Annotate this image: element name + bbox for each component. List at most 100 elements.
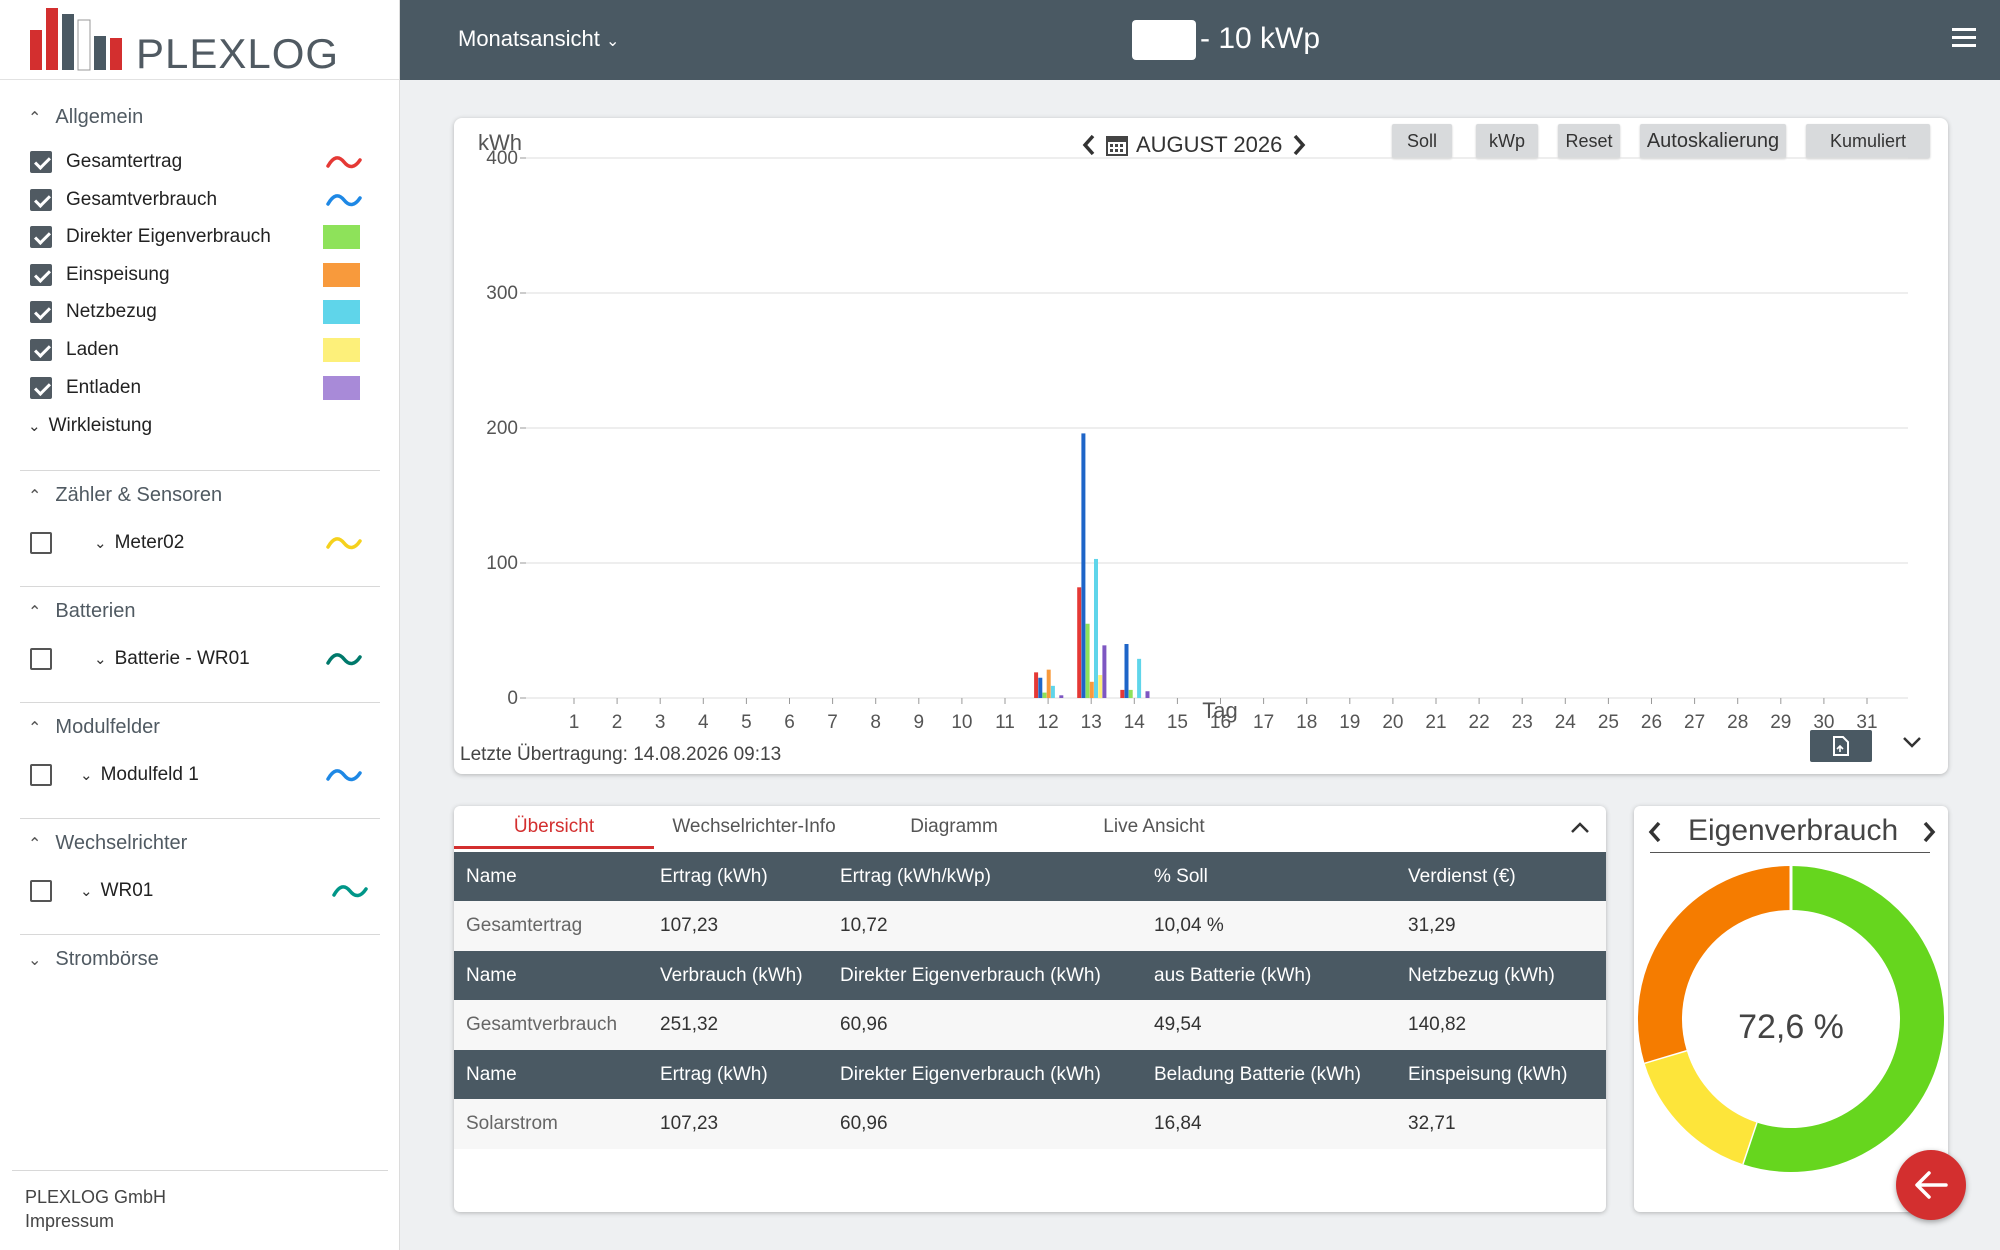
legend-label: Entladen bbox=[66, 376, 142, 398]
meter-item[interactable]: ⌄ Meter02 bbox=[30, 529, 380, 557]
bar[interactable] bbox=[1137, 658, 1142, 698]
chevron-down-icon[interactable]: ⌄ bbox=[94, 534, 107, 552]
export-button[interactable] bbox=[1810, 730, 1872, 762]
bar[interactable] bbox=[1077, 587, 1082, 698]
bar[interactable] bbox=[1128, 689, 1133, 698]
x-tick-label: 9 bbox=[914, 712, 925, 733]
x-tick-label: 5 bbox=[741, 712, 752, 733]
column-header: Ertrag (kWh) bbox=[648, 1050, 828, 1099]
bar[interactable] bbox=[1034, 672, 1039, 698]
back-button[interactable] bbox=[1896, 1150, 1966, 1220]
divider bbox=[20, 586, 380, 587]
bar[interactable] bbox=[1059, 695, 1064, 698]
bar[interactable] bbox=[1046, 669, 1051, 698]
legend-checkbox[interactable] bbox=[30, 339, 52, 361]
chevron-down-icon: ⌄ bbox=[28, 418, 41, 435]
chevron-down-icon[interactable] bbox=[1900, 732, 1924, 752]
table-cell: 31,29 bbox=[1396, 901, 1606, 951]
legend-checkbox[interactable] bbox=[30, 151, 52, 173]
series-color-swatch bbox=[323, 338, 360, 362]
bar[interactable] bbox=[1124, 644, 1129, 698]
x-tick-label: 18 bbox=[1296, 712, 1317, 733]
bar[interactable] bbox=[1102, 645, 1107, 698]
column-header: Name bbox=[454, 852, 648, 901]
column-header: aus Batterie (kWh) bbox=[1142, 951, 1396, 1000]
wirkleistung-label: Wirkleistung bbox=[48, 415, 153, 436]
legend-item-direkter-eigenverbrauch[interactable]: Direkter Eigenverbrauch bbox=[30, 223, 380, 251]
legend-checkbox[interactable] bbox=[30, 226, 52, 249]
divider bbox=[20, 702, 380, 703]
x-tick-label: 8 bbox=[870, 712, 881, 733]
bar[interactable] bbox=[1085, 623, 1090, 698]
battery-item[interactable]: ⌄ Batterie - WR01 bbox=[30, 645, 380, 673]
chevron-up-icon[interactable] bbox=[1568, 818, 1592, 838]
legend-checkbox[interactable] bbox=[30, 301, 52, 324]
tab-diagramm[interactable]: Diagramm bbox=[854, 816, 1054, 838]
bar[interactable] bbox=[1098, 675, 1103, 698]
logo-text: PLEXLOG bbox=[136, 30, 340, 77]
battery-checkbox[interactable] bbox=[30, 648, 52, 670]
legend-label: Gesamtertrag bbox=[66, 151, 183, 172]
section-stromboerse[interactable]: ⌄ Strombörse bbox=[28, 948, 159, 971]
hamburger-menu-icon[interactable] bbox=[1952, 26, 1978, 50]
section-modulfelder-title: Modulfelder bbox=[55, 716, 160, 738]
x-tick-label: 15 bbox=[1167, 712, 1188, 733]
legend-label: Direkter Eigenverbrauch bbox=[66, 226, 271, 248]
chevron-right-icon[interactable] bbox=[1920, 820, 1938, 844]
inverter-item[interactable]: ⌄ WR01 bbox=[30, 877, 380, 905]
section-zaehler[interactable]: ⌃ Zähler & Sensoren bbox=[28, 484, 222, 507]
legend-item-laden[interactable]: Laden bbox=[30, 336, 380, 364]
bar[interactable] bbox=[1094, 558, 1098, 698]
section-modulfelder[interactable]: ⌃ Modulfelder bbox=[28, 716, 160, 739]
bar[interactable] bbox=[1120, 689, 1125, 698]
bar[interactable] bbox=[1081, 433, 1086, 698]
legend-item-netzbezug[interactable]: Netzbezug bbox=[30, 298, 380, 326]
modulfeld-item[interactable]: ⌄ Modulfeld 1 bbox=[30, 761, 380, 789]
x-tick-label: 7 bbox=[827, 712, 838, 733]
column-header: Name bbox=[454, 951, 648, 1000]
section-wechselrichter[interactable]: ⌃ Wechselrichter bbox=[28, 832, 187, 855]
legend-label: Einspeisung bbox=[66, 263, 170, 285]
tab-wechselrichter-info[interactable]: Wechselrichter-Info bbox=[654, 816, 854, 838]
bar[interactable] bbox=[1038, 677, 1043, 698]
legend-checkbox[interactable] bbox=[30, 263, 52, 286]
tab-live-ansicht[interactable]: Live Ansicht bbox=[1054, 816, 1254, 838]
summary-card: Übersicht Wechselrichter-Info Diagramm L… bbox=[454, 806, 1606, 1212]
plant-title: - 10 kWp bbox=[1200, 22, 1321, 55]
section-batterien-title: Batterien bbox=[55, 600, 136, 622]
section-allgemein[interactable]: ⌃ Allgemein bbox=[28, 106, 143, 129]
legend-checkbox[interactable] bbox=[30, 376, 52, 399]
modulfeld-wave-icon bbox=[326, 769, 362, 782]
inverter-label: WR01 bbox=[100, 880, 154, 901]
modulfeld-label: Modulfeld 1 bbox=[100, 764, 199, 785]
bar[interactable] bbox=[1042, 692, 1047, 698]
legend-item-gesamtverbrauch[interactable]: Gesamtverbrauch bbox=[30, 186, 380, 214]
logo[interactable]: PLEXLOG bbox=[0, 0, 399, 80]
bar[interactable] bbox=[1089, 681, 1094, 698]
chart-card: AUGUST 2026 Soll kWp Reset Autoskalierun… bbox=[454, 118, 1948, 774]
modulfeld-checkbox[interactable] bbox=[30, 764, 52, 786]
tab-uebersicht[interactable]: Übersicht bbox=[454, 816, 654, 838]
logo-bars-icon bbox=[30, 8, 122, 71]
column-header: Ertrag (kWh) bbox=[648, 852, 828, 901]
wirkleistung-toggle[interactable]: ⌄ Wirkleistung bbox=[28, 412, 378, 440]
bar[interactable] bbox=[1050, 685, 1055, 698]
section-batterien[interactable]: ⌃ Batterien bbox=[28, 600, 135, 623]
bar[interactable] bbox=[1145, 691, 1150, 698]
view-select[interactable]: Monatsansicht ⌄ bbox=[458, 26, 619, 52]
legend-checkbox[interactable] bbox=[30, 188, 52, 211]
donut-segment[interactable] bbox=[1644, 1049, 1757, 1165]
chevron-left-icon[interactable] bbox=[1646, 820, 1664, 844]
inverter-checkbox[interactable] bbox=[30, 880, 52, 902]
chevron-down-icon[interactable]: ⌄ bbox=[94, 650, 107, 668]
y-tick-label: 200 bbox=[486, 418, 518, 439]
meter-label: Meter02 bbox=[114, 532, 185, 553]
chevron-down-icon[interactable]: ⌄ bbox=[80, 882, 93, 900]
table-cell: 32,71 bbox=[1396, 1099, 1606, 1149]
meter-checkbox[interactable] bbox=[30, 532, 52, 554]
impressum-link[interactable]: Impressum bbox=[25, 1209, 388, 1233]
chevron-down-icon[interactable]: ⌄ bbox=[80, 766, 93, 784]
legend-item-einspeisung[interactable]: Einspeisung bbox=[30, 261, 380, 289]
legend-item-gesamtertrag[interactable]: Gesamtertrag bbox=[30, 148, 380, 176]
legend-item-entladen[interactable]: Entladen bbox=[30, 374, 380, 402]
